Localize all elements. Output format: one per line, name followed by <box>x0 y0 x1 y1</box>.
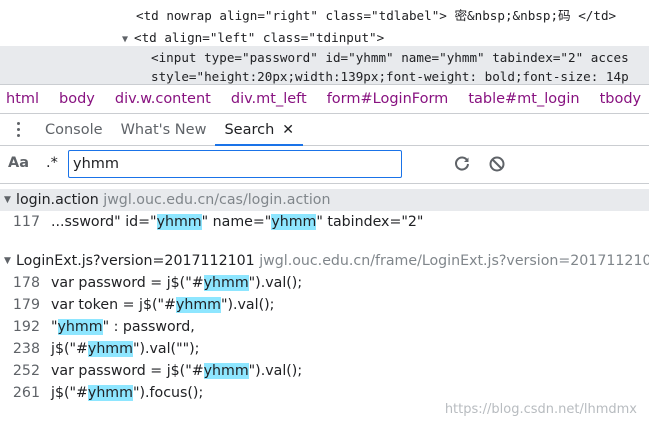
result-file-name: LoginExt.js?version=2017112101 <box>16 253 255 269</box>
code-text: ").val(); <box>248 363 303 379</box>
search-results: ▼ login.action jwgl.ouc.edu.cn/cas/login… <box>0 184 649 423</box>
line-number: 117 <box>12 214 40 230</box>
code-text: " <box>51 319 58 335</box>
watermark: https://blog.csdn.net/lhmdmx <box>444 402 637 417</box>
source-line-td-label[interactable]: <td nowrap align="right" class="tdlabel"… <box>136 6 616 26</box>
code-text: ").val(); <box>248 275 303 291</box>
result-code: "yhmm" : password, <box>51 316 195 338</box>
result-code: var token = j$("#yhmm").val(); <box>51 294 274 316</box>
code-text: var password = j$("# <box>51 275 204 291</box>
source-line-td-input-text: <td align="left" class="tdinput"> <box>134 30 385 45</box>
refresh-icon[interactable] <box>453 155 471 173</box>
match-highlight: yhmm <box>87 341 133 357</box>
result-code: j$("#yhmm").val(""); <box>51 338 199 360</box>
search-toolbar: Aa .* <box>0 146 649 184</box>
match-highlight: yhmm <box>271 214 317 230</box>
result-row[interactable]: 238 j$("#yhmm").val(""); <box>0 338 649 360</box>
code-text: ...ssword" id=" <box>51 214 157 230</box>
result-row[interactable]: 261 j$("#yhmm").focus(); <box>0 382 649 404</box>
result-code: j$("#yhmm").focus(); <box>51 382 203 404</box>
line-number: 178 <box>12 275 40 291</box>
code-text: j$("# <box>51 385 88 401</box>
regex-button[interactable]: .* <box>46 155 58 171</box>
result-row[interactable]: 192 "yhmm" : password, <box>0 316 649 338</box>
result-file-name: login.action <box>16 192 99 208</box>
collapse-triangle-icon[interactable]: ▼ <box>4 189 11 211</box>
line-number: 179 <box>12 297 40 313</box>
result-file-header[interactable]: ▼ login.action jwgl.ouc.edu.cn/cas/login… <box>0 189 649 211</box>
code-text: var token = j$("# <box>51 297 176 313</box>
result-file-url: jwgl.ouc.edu.cn/frame/LoginExt.js?versio… <box>259 253 649 269</box>
search-input[interactable] <box>68 150 402 178</box>
tab-search-label: Search <box>224 121 275 138</box>
code-text: " tabindex="2" <box>316 214 424 230</box>
match-highlight: yhmm <box>57 319 103 335</box>
breadcrumb-item[interactable]: table#mt_login <box>468 91 579 107</box>
drawer-tabbar: Console What's New Search ✕ <box>0 114 649 146</box>
breadcrumb-item[interactable]: div.mt_left <box>231 91 307 107</box>
breadcrumb-item[interactable]: div.w.content <box>115 91 211 107</box>
breadcrumb: html body div.w.content div.mt_left form#Log… <box>0 84 649 114</box>
tab-whats-new[interactable]: What's New <box>112 114 216 145</box>
code-text: j$("# <box>51 341 88 357</box>
result-row[interactable]: 178 var password = j$("#yhmm").val(); <box>0 272 649 294</box>
source-line-style[interactable]: style="height:20px;width:139px;font-weig… <box>151 67 629 84</box>
code-text: " name=" <box>201 214 272 230</box>
breadcrumb-item[interactable]: form#LoginForm <box>327 91 449 107</box>
result-row[interactable]: 117 ...ssword" id="yhmm" name="yhmm" tabi… <box>0 211 649 233</box>
source-line-td-input[interactable]: ▼ <td align="left" class="tdinput"> <box>122 28 384 48</box>
line-number: 238 <box>12 341 40 357</box>
breadcrumb-item[interactable]: body <box>59 91 95 107</box>
result-row[interactable]: 252 var password = j$("#yhmm").val(); <box>0 360 649 382</box>
tab-console[interactable]: Console <box>36 114 112 145</box>
match-highlight: yhmm <box>87 385 133 401</box>
result-row[interactable]: 179 var token = j$("#yhmm").val(); <box>0 294 649 316</box>
match-case-button[interactable]: Aa <box>8 155 29 171</box>
breadcrumb-item[interactable]: tbody <box>600 91 642 107</box>
code-text: ").val(); <box>220 297 275 313</box>
code-text: ").val(""); <box>132 341 200 357</box>
more-menu-icon[interactable] <box>0 114 36 145</box>
match-highlight: yhmm <box>156 214 202 230</box>
code-text: " : password, <box>102 319 195 335</box>
breadcrumb-item[interactable]: html <box>6 91 39 107</box>
result-code: var password = j$("#yhmm").val(); <box>51 360 302 382</box>
source-line-input-selected[interactable]: <input type="password" id="yhmm" name="y… <box>151 48 629 68</box>
result-code: ...ssword" id="yhmm" name="yhmm" tabinde… <box>51 211 423 233</box>
line-number: 261 <box>12 385 40 401</box>
match-highlight: yhmm <box>203 275 249 291</box>
match-highlight: yhmm <box>203 363 249 379</box>
close-icon[interactable]: ✕ <box>282 122 294 138</box>
match-highlight: yhmm <box>175 297 221 313</box>
code-text: var password = j$("# <box>51 363 204 379</box>
result-code: var password = j$("#yhmm").val(); <box>51 272 302 294</box>
line-number: 192 <box>12 319 40 335</box>
line-number: 252 <box>12 363 40 379</box>
result-file-url: jwgl.ouc.edu.cn/cas/login.action <box>103 192 331 208</box>
result-file-header[interactable]: ▼ LoginExt.js?version=2017112101 jwgl.ou… <box>0 250 649 272</box>
code-text: ").focus(); <box>132 385 204 401</box>
tab-search[interactable]: Search ✕ <box>215 114 303 146</box>
elements-source-pane: <td nowrap align="right" class="tdlabel"… <box>0 0 649 84</box>
clear-icon[interactable] <box>488 155 506 173</box>
collapse-triangle-icon[interactable]: ▼ <box>4 250 11 272</box>
